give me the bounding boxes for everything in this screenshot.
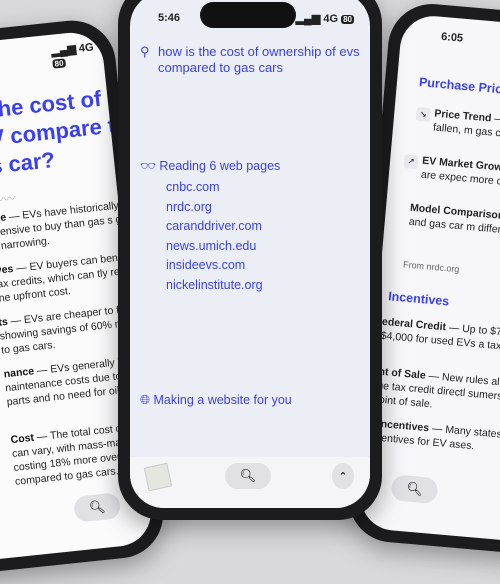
network-label: 4G bbox=[323, 13, 339, 25]
list-item: int of Sale — New rules allo provide the… bbox=[373, 364, 500, 422]
bottom-toolbar: 🔍︎ ⌃ bbox=[130, 457, 370, 508]
source-link[interactable]: nickelinstitute.org bbox=[166, 278, 263, 298]
search-query: ⚲ how is the cost of ownership of evs co… bbox=[140, 44, 360, 76]
source-link[interactable]: nrdc.org bbox=[166, 200, 263, 220]
list-item: ederal Credit — Up to $7,5 Vs and $4,000… bbox=[380, 315, 500, 359]
network-label: 4G bbox=[78, 41, 95, 55]
squiggle-divider: 〰〰 bbox=[0, 191, 17, 208]
item-text: — EVs have historically xpensive to buy … bbox=[0, 199, 134, 254]
status-time: 5:46 bbox=[158, 12, 181, 24]
trend-up-icon: ↗ bbox=[403, 154, 419, 170]
center-phone-screen: 5:46 ▂▄▆ 4G 80 ⚲ how is the cost of owne… bbox=[130, 0, 370, 508]
glasses-icon: 👓︎ bbox=[140, 159, 156, 173]
list-item: Price Trend — The av a new EV has fallen… bbox=[433, 107, 500, 151]
section-heading: Purchase Price bbox=[418, 75, 500, 97]
source-link[interactable]: news.umich.edu bbox=[166, 239, 263, 259]
item-term: Cost bbox=[10, 431, 35, 447]
status-time: 6:05 bbox=[440, 30, 464, 45]
chevron-up-icon: ⌃ bbox=[338, 470, 348, 483]
section-heading: Incentives bbox=[387, 289, 450, 309]
search-button[interactable]: 🔍︎ bbox=[225, 463, 271, 489]
reading-label: Reading 6 web pages bbox=[159, 159, 281, 173]
search-icon: 🔍︎ bbox=[88, 498, 107, 516]
scroll-up-button[interactable]: ⌃ bbox=[332, 463, 354, 489]
search-icon: 🔍︎ bbox=[405, 480, 424, 497]
source-link[interactable]: insideevs.com bbox=[166, 258, 263, 278]
tabs-thumbnail-icon[interactable] bbox=[143, 462, 173, 492]
query-text: how is the cost of ownership of evs comp… bbox=[158, 44, 360, 75]
status-bar: ▂▄▆ 4G 80 bbox=[296, 12, 354, 25]
status-bar: ▂▄▆ 4G 80 bbox=[51, 39, 104, 69]
center-phone: 5:46 ▂▄▆ 4G 80 ⚲ how is the cost of owne… bbox=[118, 0, 382, 520]
signal-icon: ▂▄▆ bbox=[50, 43, 77, 58]
globe-icon: 🌐︎ bbox=[140, 393, 151, 407]
list-item: EV Market Growth — A grows, prices are e… bbox=[420, 154, 500, 198]
reading-status: 👓︎ Reading 6 web pages bbox=[140, 159, 280, 174]
trend-down-icon: ↘ bbox=[415, 106, 431, 123]
signal-icon: ▂▄▆ bbox=[295, 13, 321, 25]
battery-icon: 80 bbox=[52, 58, 66, 69]
source-link[interactable]: cnbc.com bbox=[166, 180, 263, 200]
battery-icon: 80 bbox=[341, 15, 354, 24]
making-label: Making a website for you bbox=[153, 393, 292, 407]
search-icon: ⚲ bbox=[140, 44, 150, 59]
source-link[interactable]: caranddriver.com bbox=[166, 219, 263, 239]
making-website-status: 🌐︎ Making a website for you bbox=[140, 393, 292, 408]
item-term: nance bbox=[3, 365, 35, 381]
source-list: cnbc.com nrdc.org caranddriver.com news.… bbox=[166, 180, 263, 298]
search-button[interactable]: 🔍︎ bbox=[73, 492, 122, 523]
list-item: Model Comparison — W specific EV and gas… bbox=[408, 201, 500, 245]
list-item: e Incentives — Many states own tax incen… bbox=[367, 416, 500, 460]
source-link[interactable]: From nrdc.org bbox=[403, 259, 460, 274]
search-icon: 🔍︎ bbox=[239, 468, 257, 483]
